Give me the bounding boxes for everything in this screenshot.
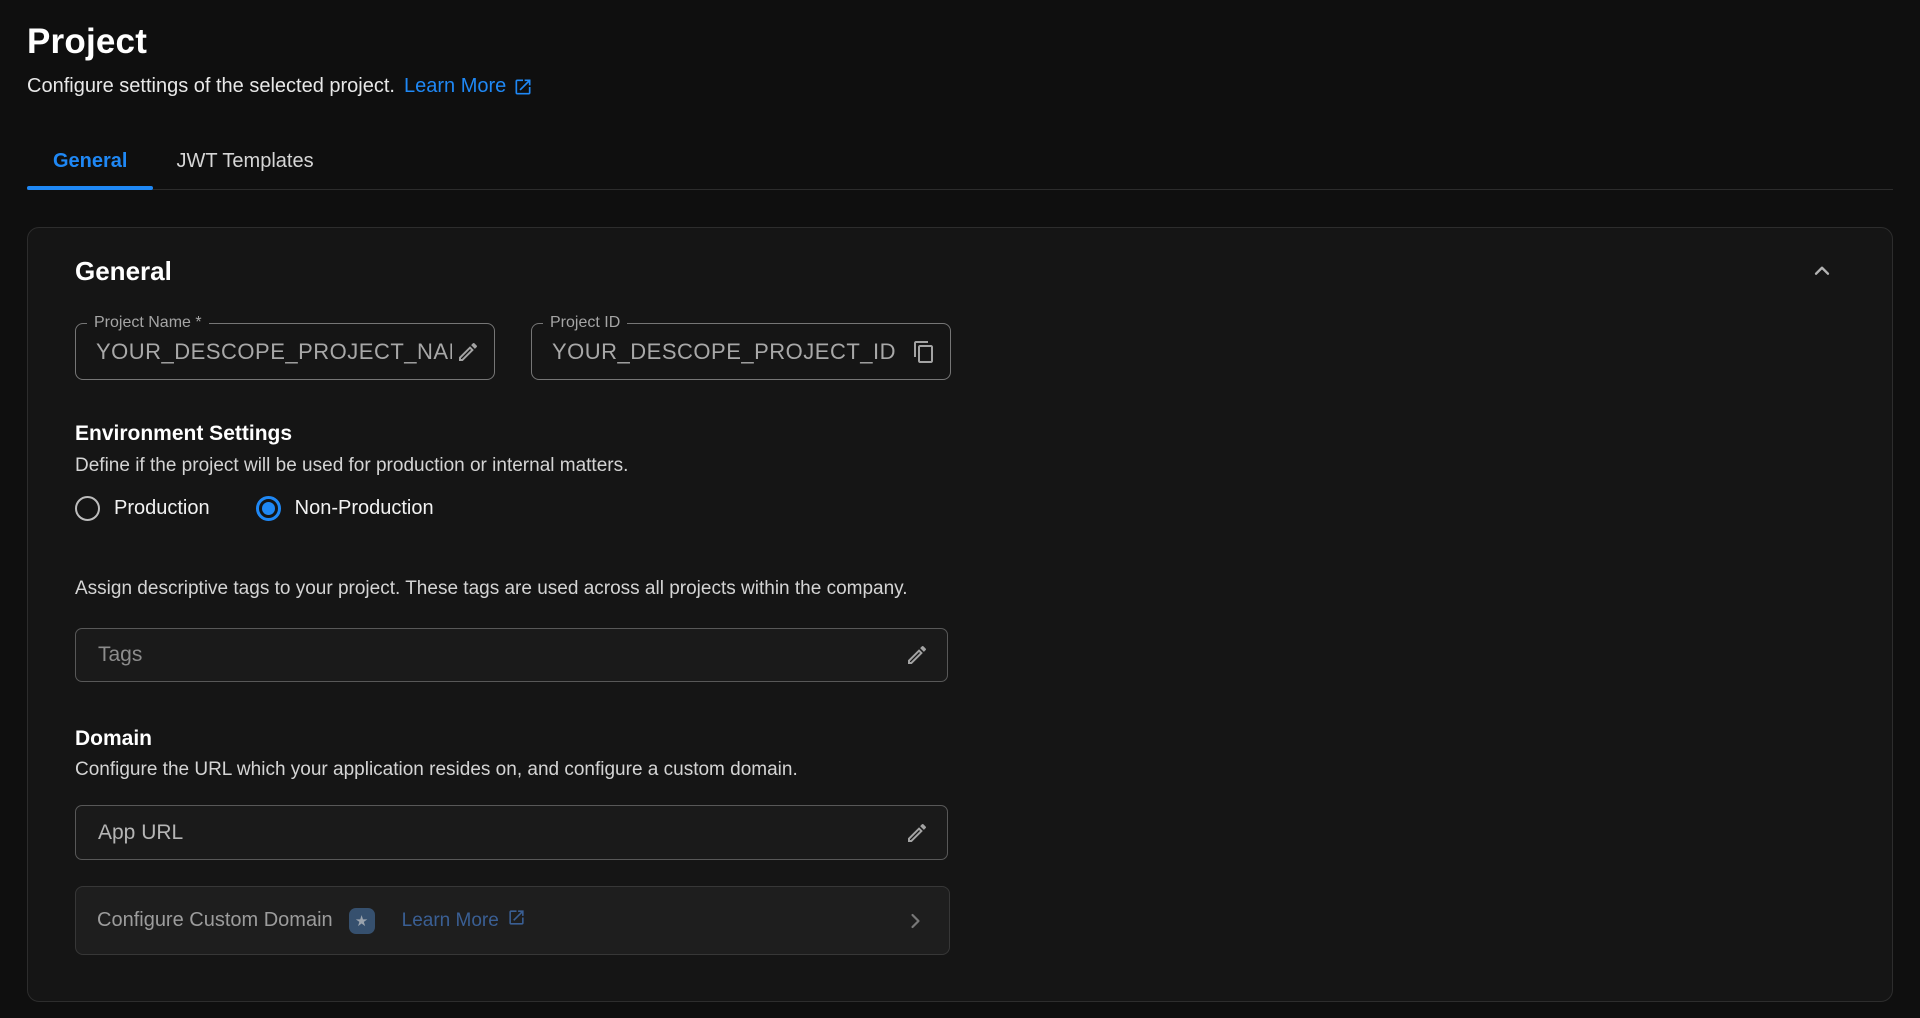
chevron-right-icon xyxy=(903,909,927,933)
app-url-field xyxy=(75,805,948,860)
project-settings-page: Project Configure settings of the select… xyxy=(0,0,1920,1002)
radio-non-production[interactable]: Non-Production xyxy=(256,496,434,521)
learn-more-link[interactable]: Learn More xyxy=(404,75,533,98)
environment-settings-title: Environment Settings xyxy=(75,422,1845,446)
project-name-label: Project Name * xyxy=(87,314,209,332)
radio-non-production-label: Non-Production xyxy=(295,497,434,520)
card-title: General xyxy=(75,256,172,287)
project-name-field: Project Name * xyxy=(75,323,495,380)
pencil-icon xyxy=(905,833,929,848)
premium-star-badge: ★ xyxy=(349,908,375,934)
configure-custom-domain-label: Configure Custom Domain xyxy=(97,909,333,932)
project-fields-row: Project Name * Project ID xyxy=(75,323,1845,380)
card-header: General xyxy=(75,254,1845,288)
domain-description: Configure the URL which your application… xyxy=(75,759,1845,781)
tab-jwt-templates[interactable]: JWT Templates xyxy=(153,140,336,189)
edit-app-url-button[interactable] xyxy=(903,819,931,847)
project-id-input[interactable] xyxy=(550,338,910,366)
environment-settings-description: Define if the project will be used for p… xyxy=(75,455,1845,477)
environment-radio-group: Production Non-Production xyxy=(75,496,1845,521)
app-url-input[interactable] xyxy=(96,820,903,846)
radio-production[interactable]: Production xyxy=(75,496,210,521)
page-title: Project xyxy=(27,22,1893,62)
chevron-up-icon xyxy=(1809,272,1835,287)
page-subtitle: Configure settings of the selected proje… xyxy=(27,75,395,98)
external-link-icon xyxy=(513,77,533,97)
tags-input[interactable] xyxy=(96,642,903,668)
tab-general-label: General xyxy=(53,150,127,172)
collapse-section-button[interactable] xyxy=(1805,254,1839,288)
learn-more-label: Learn More xyxy=(404,75,506,98)
edit-tags-button[interactable] xyxy=(903,641,931,669)
general-settings-card: General Project Name * Project ID xyxy=(27,227,1893,1002)
tab-bar: General JWT Templates xyxy=(27,140,1893,190)
custom-domain-learn-more-link[interactable]: Learn More xyxy=(402,908,526,933)
radio-selected-icon xyxy=(256,496,281,521)
custom-domain-learn-more-label: Learn More xyxy=(402,910,499,932)
star-icon: ★ xyxy=(355,912,368,930)
pencil-icon xyxy=(456,352,480,367)
page-subtitle-row: Configure settings of the selected proje… xyxy=(27,75,1893,98)
radio-unselected-icon xyxy=(75,496,100,521)
project-id-label: Project ID xyxy=(543,314,627,332)
tab-general[interactable]: General xyxy=(27,140,153,189)
edit-project-name-button[interactable] xyxy=(454,338,482,366)
project-name-input[interactable] xyxy=(94,338,454,366)
pencil-icon xyxy=(905,655,929,670)
external-link-icon xyxy=(507,908,526,933)
tags-description: Assign descriptive tags to your project.… xyxy=(75,578,1845,600)
copy-project-id-button[interactable] xyxy=(910,338,938,366)
configure-custom-domain-row[interactable]: Configure Custom Domain ★ Learn More xyxy=(75,886,950,955)
domain-title: Domain xyxy=(75,727,1845,751)
project-id-field: Project ID xyxy=(531,323,951,380)
radio-production-label: Production xyxy=(114,497,210,520)
tab-jwt-templates-label: JWT Templates xyxy=(176,150,313,172)
copy-icon xyxy=(912,352,936,367)
tags-field xyxy=(75,628,948,682)
